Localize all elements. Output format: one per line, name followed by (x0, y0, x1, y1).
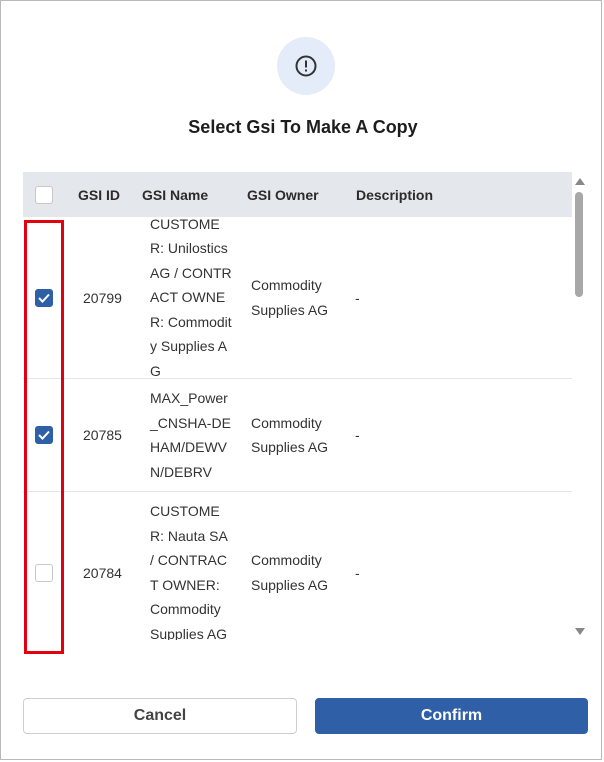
row-checkbox[interactable] (34, 288, 53, 307)
gsi-owner-cell: Commodity Supplies AG (251, 414, 329, 456)
table-row[interactable]: 20799 CUSTOMER: Unilostics AG / CONTRACT… (23, 216, 572, 379)
confirm-button[interactable]: Confirm (315, 698, 588, 734)
select-all-checkbox[interactable] (34, 185, 53, 204)
gsi-id-cell: 20799 (83, 289, 122, 306)
checkmark-icon (37, 293, 50, 303)
description-cell: - (355, 427, 360, 443)
scroll-up-arrow-icon[interactable] (575, 178, 585, 185)
gsi-id-cell: 20785 (83, 427, 122, 443)
description-cell: - (355, 289, 360, 306)
copy-gsi-dialog: Select Gsi To Make A Copy GSI ID GSI Nam… (0, 0, 602, 760)
gsi-owner-cell: Commodity Supplies AG (251, 552, 329, 593)
gsi-name-cell: MAX_Power_CNSHA-DEHAM/DEWVN/DEBRV (150, 390, 231, 480)
scroll-thumb[interactable] (575, 192, 583, 297)
column-header-owner[interactable]: GSI Owner (225, 187, 329, 203)
checkmark-icon (37, 430, 50, 440)
column-header-id[interactable]: GSI ID (64, 187, 124, 203)
row-checkbox[interactable] (34, 563, 53, 582)
column-header-name[interactable]: GSI Name (124, 187, 225, 203)
cancel-button[interactable]: Cancel (23, 698, 297, 734)
description-cell: - (355, 564, 360, 581)
info-badge (277, 37, 335, 95)
table-row[interactable]: 20785 MAX_Power_CNSHA-DEHAM/DEWVN/DEBRV … (23, 379, 572, 492)
table-row[interactable]: 20784 CUSTOMER: Nauta SA / CONTRACT OWNE… (23, 492, 572, 640)
gsi-name-cell: CUSTOMER: Unilostics AG / CONTRACT OWNER… (150, 215, 232, 379)
table-header: GSI ID GSI Name GSI Owner Description (23, 172, 572, 217)
exclamation-circle-icon (295, 55, 317, 77)
scroll-down-arrow-icon[interactable] (575, 628, 585, 635)
row-checkbox[interactable] (34, 426, 53, 444)
gsi-name-cell: CUSTOMER: Nauta SA / CONTRACT OWNER: Com… (150, 503, 228, 640)
table-scrollbar[interactable] (572, 172, 588, 640)
dialog-title: Select Gsi To Make A Copy (188, 117, 418, 137)
gsi-table: GSI ID GSI Name GSI Owner Description 20… (23, 172, 572, 640)
column-header-description[interactable]: Description (329, 187, 572, 203)
gsi-owner-cell: Commodity Supplies AG (251, 277, 329, 318)
gsi-id-cell: 20784 (83, 564, 122, 581)
